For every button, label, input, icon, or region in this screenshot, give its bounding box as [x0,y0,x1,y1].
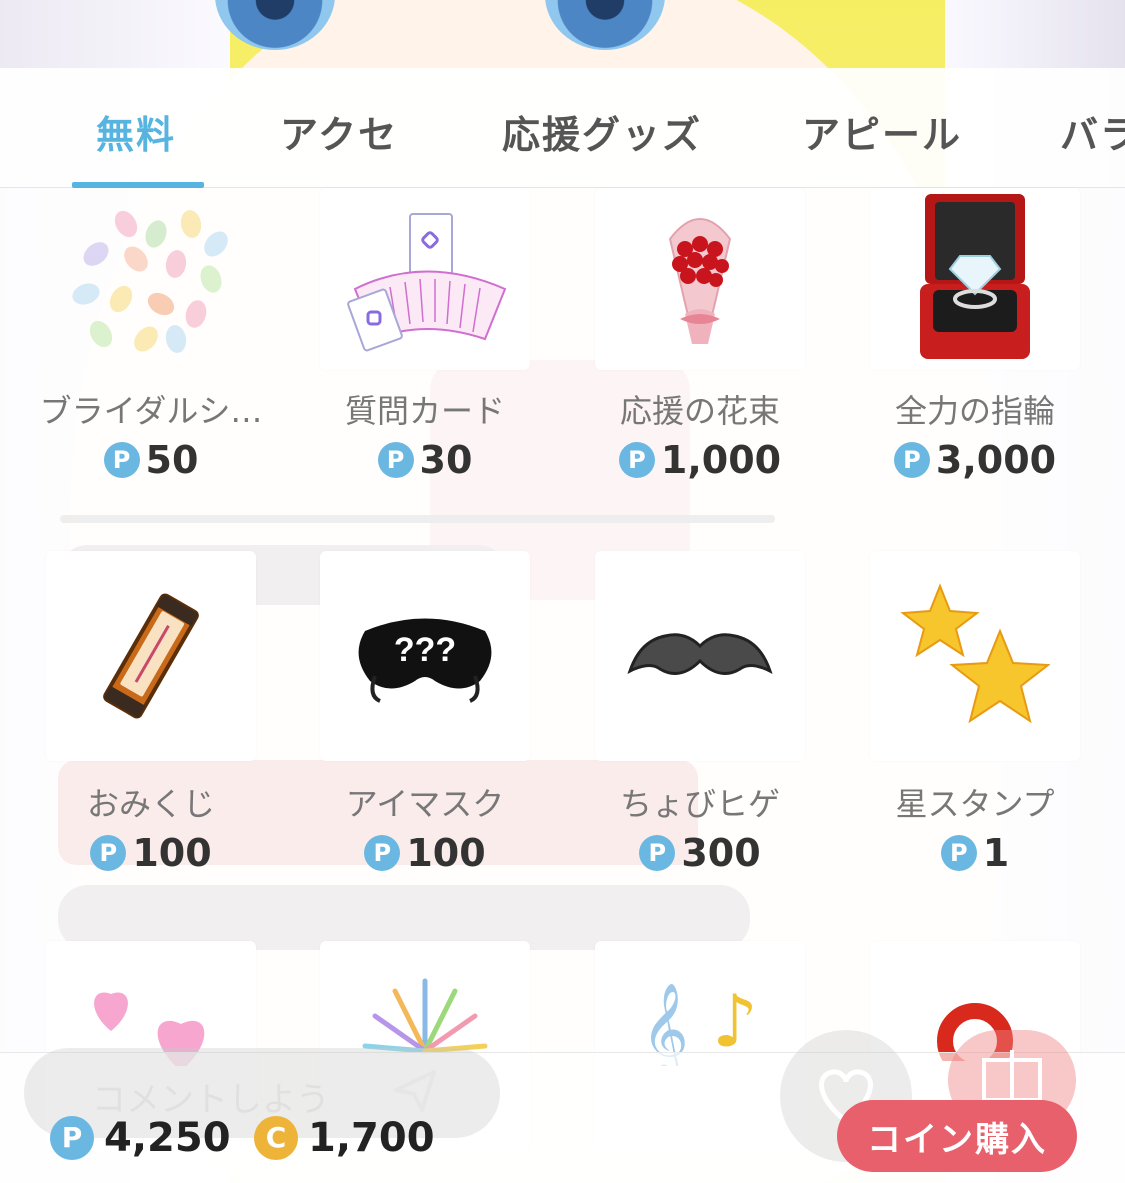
point-icon: P [50,1116,94,1160]
tab-support-goods[interactable]: 応援グッズ [502,104,702,159]
gift-price: P 100 [300,831,550,875]
omikuji-icon [46,551,256,761]
svg-text:???: ??? [394,631,456,669]
gift-name: 応援の花束 [619,392,780,430]
gift-name: ちょびヒゲ [619,785,780,823]
coin-icon: C [254,1116,298,1160]
gift-price: P 100 [26,831,276,875]
gift-price: P1 [850,831,1100,875]
buy-coins-button[interactable]: コイン購入 [837,1100,1077,1172]
eye-mask-icon: ??? [320,551,530,761]
stars-icon [870,551,1080,761]
gift-name: 星スタンプ [895,785,1055,823]
svg-text:♪: ♪ [712,979,758,1063]
gift-price: P 300 [575,831,825,875]
gift-box-icon [982,1050,1042,1102]
point-balance: P 4,250 [50,1115,231,1161]
gift-name: ブライダルシ… [39,392,263,430]
tab-free[interactable]: 無料 [96,104,176,159]
gift-name: 全力の指輪 [894,392,1055,430]
petals-icon [46,188,256,370]
gift-price: P 30 [300,438,550,482]
point-icon: P [893,442,930,478]
bouquet-icon [595,188,805,370]
gift-price: P 1,000 [575,438,825,482]
point-icon: P [940,835,977,871]
mustache-icon [595,551,805,761]
send-icon[interactable] [392,1068,438,1118]
point-icon: P [618,442,655,478]
gift-name: アイマスク [345,785,505,823]
scroll-indicator [60,515,775,523]
gift-name: おみくじ [86,785,215,823]
gift-price: P 3,000 [850,438,1100,482]
ring-icon [870,188,1080,370]
comment-placeholder: コメントしよう [92,1080,330,1120]
coin-balance: C 1,700 [254,1115,435,1161]
gift-price: P 50 [26,438,276,482]
tab-appeal[interactable]: アピール [802,104,962,159]
point-icon: P [377,442,414,478]
gift-name: 質問カード [344,392,505,430]
point-icon: P [90,835,127,871]
point-icon: P [103,442,140,478]
tab-accessories[interactable]: アクセ [280,104,398,159]
point-icon: P [639,835,676,871]
tab-rose[interactable]: バラ [1060,104,1125,159]
point-icon: P [364,835,401,871]
cards-icon [320,188,530,370]
gift-category-tabs: 無料 アクセ 応援グッズ アピール バラ [0,68,1125,188]
